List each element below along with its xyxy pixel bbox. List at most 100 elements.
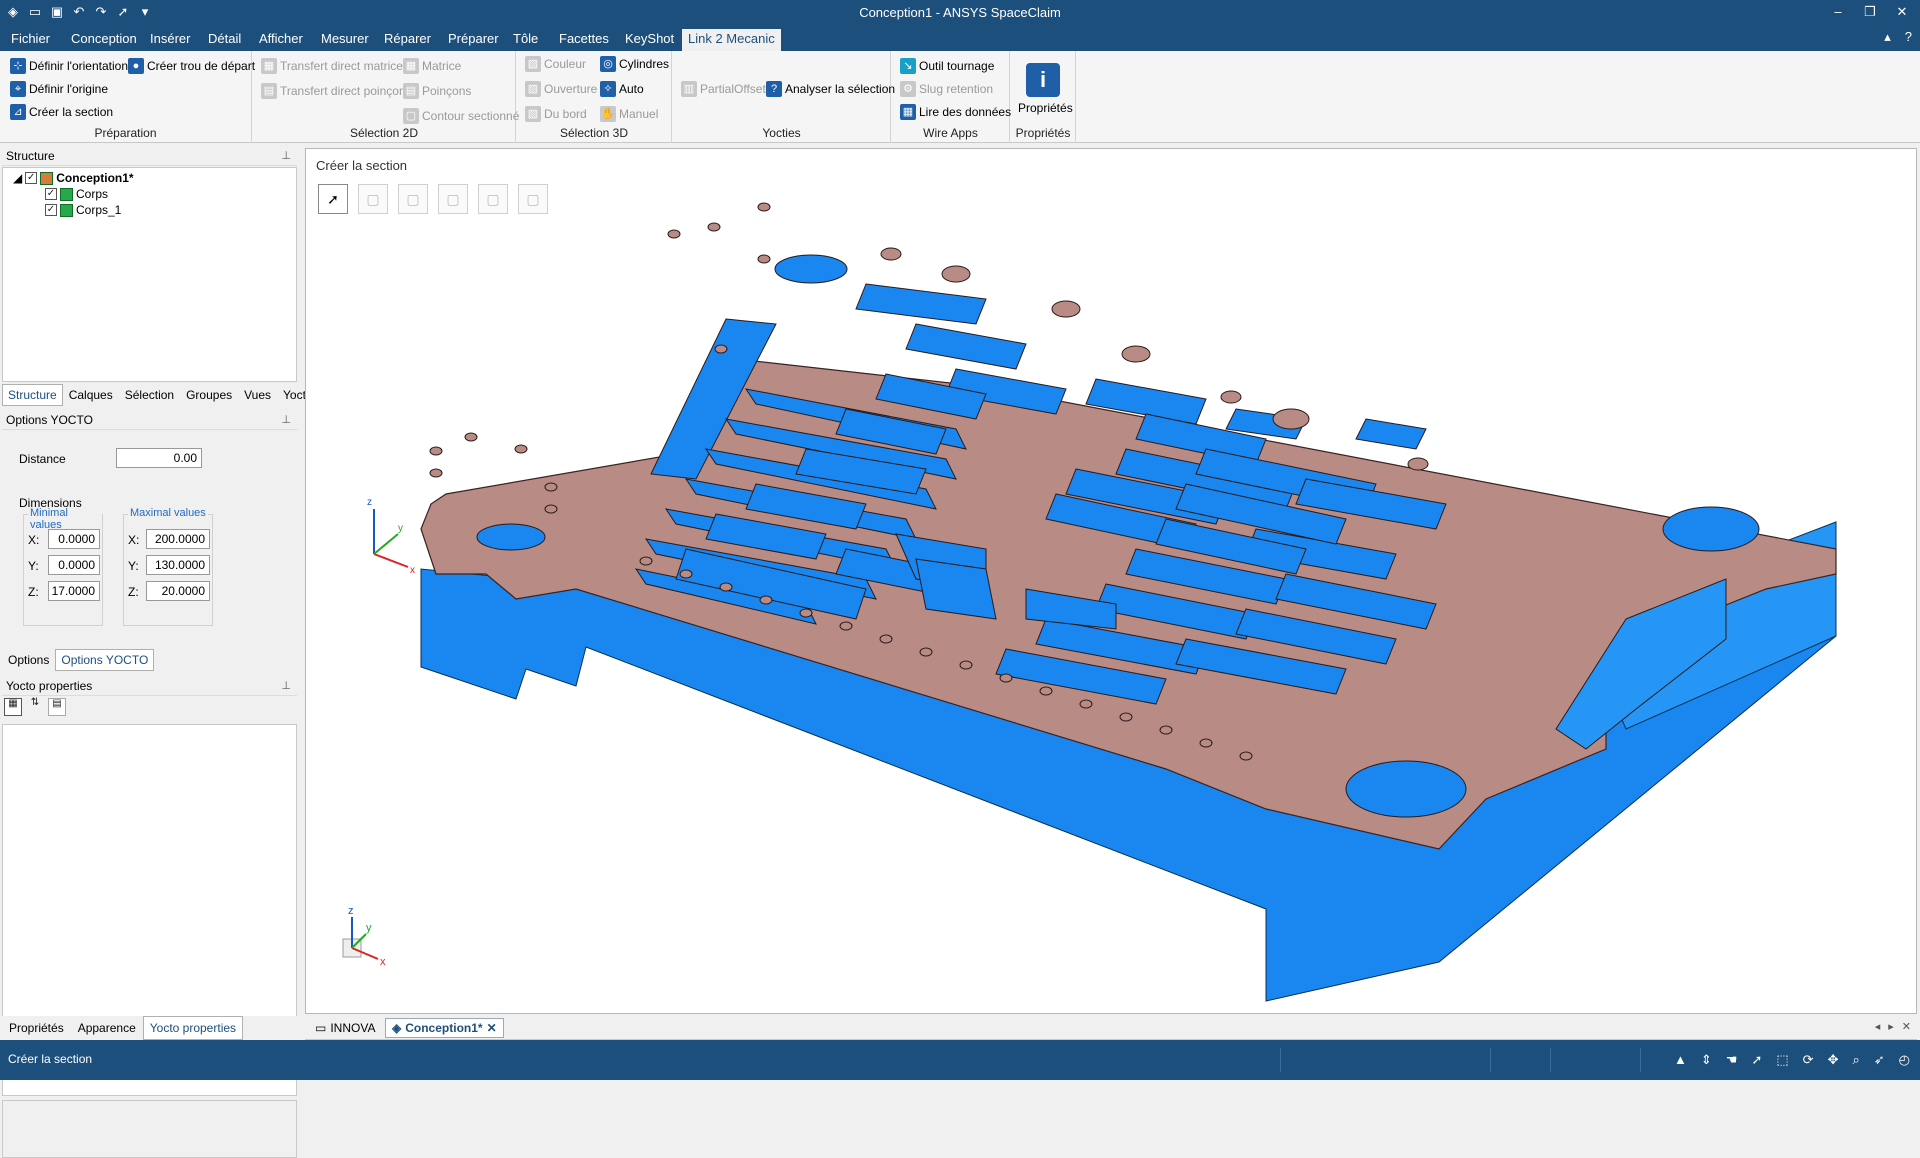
- punch-icon: ▤: [403, 83, 419, 99]
- tab-link2mecanic[interactable]: Link 2 Mecanic: [682, 29, 781, 51]
- define-orientation-button[interactable]: ⊹ Définir l'orientation: [10, 58, 128, 74]
- read-data-button[interactable]: ▦ Lire des données: [900, 104, 1011, 120]
- tab-groupes[interactable]: Groupes: [180, 384, 238, 406]
- checkbox[interactable]: ✓: [45, 204, 57, 216]
- manual-button[interactable]: ✋ Manuel: [600, 106, 658, 122]
- warning-icon[interactable]: ▲: [1674, 1052, 1687, 1068]
- zoom-icon[interactable]: ⌕: [1852, 1052, 1859, 1068]
- direct-transfer-punch-button[interactable]: ▤ Transfert direct poinçon: [261, 83, 406, 99]
- min-z-input[interactable]: 17.0000: [48, 581, 100, 601]
- min-x-input[interactable]: 0.0000: [48, 529, 100, 549]
- tree-item-corps[interactable]: ✓ Corps: [45, 187, 108, 201]
- status-bar: Créer la section ▲ ⇕ ☚ ➚ ⬚ ⟳ ✥ ⌕ ➶ ◴: [0, 1040, 1920, 1080]
- scroll-right-icon[interactable]: ▸: [1888, 1020, 1894, 1033]
- help-icon[interactable]: ?: [1905, 29, 1912, 45]
- tab-mesurer[interactable]: Mesurer: [315, 29, 375, 51]
- create-start-hole-button[interactable]: ● Créer trou de départ: [128, 58, 255, 74]
- selection-filter-icon[interactable]: ⇕: [1701, 1052, 1712, 1068]
- pointer-icon[interactable]: ➚: [1751, 1052, 1762, 1068]
- tab-options[interactable]: Options: [2, 649, 55, 671]
- orientation-icon: ⊹: [10, 58, 26, 74]
- create-section-button[interactable]: ⊿ Créer la section: [10, 104, 113, 120]
- tab-keyshot[interactable]: KeyShot: [619, 29, 680, 51]
- close-tab-icon[interactable]: ✕: [487, 1019, 497, 1037]
- close-icon[interactable]: ✕: [1890, 2, 1914, 22]
- tab-structure[interactable]: Structure: [2, 384, 63, 406]
- edge-icon: ▧: [525, 106, 541, 122]
- categorized-icon[interactable]: ▦: [4, 698, 22, 716]
- pin-icon[interactable]: ⊥: [281, 410, 291, 430]
- property-description: [2, 1100, 297, 1158]
- tab-vues[interactable]: Vues: [238, 384, 277, 406]
- spin-icon[interactable]: ⟳: [1803, 1052, 1814, 1068]
- tab-selection[interactable]: Sélection: [119, 384, 180, 406]
- checkbox[interactable]: ✓: [45, 188, 57, 200]
- tree-item-corps-1[interactable]: ✓ Corps_1: [45, 203, 121, 217]
- tab-reparer[interactable]: Réparer: [378, 29, 437, 51]
- max-x-input[interactable]: 200.0000: [146, 529, 210, 549]
- tab-options-yocto[interactable]: Options YOCTO: [55, 649, 155, 671]
- define-origin-button[interactable]: ⌖ Définir l'origine: [10, 81, 108, 97]
- tab-inserer[interactable]: Insérer: [144, 29, 196, 51]
- cylinders-button[interactable]: ◎ Cylindres: [600, 56, 669, 72]
- hand-select-icon[interactable]: ☚: [1726, 1052, 1738, 1068]
- direct-transfer-die-button[interactable]: ▦ Transfert direct matrice: [261, 58, 403, 74]
- view-icon[interactable]: ◴: [1899, 1052, 1910, 1068]
- properties-toolbar: ▦ ⇅ ▤: [4, 698, 66, 716]
- auto-button[interactable]: ✧ Auto: [600, 81, 644, 97]
- max-z-input[interactable]: 20.0000: [146, 581, 210, 601]
- fly-icon[interactable]: ➶: [1874, 1052, 1885, 1068]
- color-button[interactable]: ▧ Couleur: [525, 56, 586, 72]
- scroll-left-icon[interactable]: ◂: [1875, 1020, 1881, 1033]
- tab-detail[interactable]: Détail: [202, 29, 247, 51]
- tab-calques[interactable]: Calques: [63, 384, 119, 406]
- pin-icon[interactable]: ⊥: [281, 676, 291, 696]
- world-axis-triad[interactable]: z x y: [342, 905, 386, 968]
- min-y-input[interactable]: 0.0000: [48, 555, 100, 575]
- sort-alpha-icon[interactable]: ⇅: [26, 698, 44, 716]
- doc-tab-innova[interactable]: ▭ INNOVA: [309, 1018, 381, 1038]
- box-select-icon[interactable]: ⬚: [1776, 1052, 1788, 1068]
- group-selection-2d: ▦ Transfert direct matrice ▦ Matrice ▤ Tran…: [253, 51, 519, 143]
- opening-button[interactable]: ▧ Ouverture: [525, 81, 597, 97]
- document-icon: ▭: [315, 1021, 327, 1035]
- punches-button[interactable]: ▤ Poinçons: [403, 83, 471, 99]
- tab-fichier[interactable]: Fichier: [5, 29, 56, 51]
- distance-input[interactable]: 0.00: [116, 448, 202, 468]
- pin-icon[interactable]: ⊥: [281, 146, 291, 166]
- minimize-icon[interactable]: –: [1826, 2, 1850, 22]
- tree-root[interactable]: ◢ ✓ Conception1*: [13, 171, 134, 185]
- tab-preparer[interactable]: Préparer: [442, 29, 505, 51]
- property-pages-icon[interactable]: ▤: [48, 698, 66, 716]
- group-label: Préparation: [94, 126, 157, 140]
- properties-button[interactable]: Propriétés: [1018, 101, 1073, 115]
- tab-facettes[interactable]: Facettes: [553, 29, 615, 51]
- status-toolbar: ▲ ⇕ ☚ ➚ ⬚ ⟳ ✥ ⌕ ➶ ◴: [1674, 1052, 1910, 1068]
- sectioned-contour-button[interactable]: ▢ Contour sectionné: [403, 108, 519, 124]
- turning-tool-button[interactable]: ↘ Outil tournage: [900, 58, 994, 74]
- tab-afficher[interactable]: Afficher: [253, 29, 309, 51]
- die-button[interactable]: ▦ Matrice: [403, 58, 461, 74]
- tab-yocto-properties[interactable]: Yocto properties: [142, 1016, 244, 1040]
- tab-tole[interactable]: Tôle: [507, 29, 544, 51]
- close-doc-icon[interactable]: ✕: [1902, 1020, 1911, 1033]
- restore-icon[interactable]: ❐: [1858, 2, 1882, 22]
- max-y-input[interactable]: 130.0000: [146, 555, 210, 575]
- info-icon[interactable]: i: [1026, 63, 1060, 97]
- tab-conception[interactable]: Conception: [65, 29, 143, 51]
- analyze-selection-button[interactable]: ? Analyser la sélection: [766, 81, 895, 97]
- from-edge-button[interactable]: ▧ Du bord: [525, 106, 587, 122]
- pan-icon[interactable]: ✥: [1828, 1052, 1839, 1068]
- 3d-viewport[interactable]: Créer la section ➚ ▢ ▢ ▢ ▢ ▢ z x y z x y: [305, 148, 1917, 1014]
- tab-apparence[interactable]: Apparence: [71, 1016, 143, 1040]
- collapse-arrow-icon[interactable]: ◢: [13, 171, 22, 185]
- doc-tab-conception1[interactable]: ◈ Conception1* ✕: [385, 1018, 504, 1038]
- slug-retention-button[interactable]: ⚙ Slug retention: [900, 81, 993, 97]
- partial-offset-button[interactable]: ▥ PartialOffset: [681, 81, 766, 97]
- collapse-ribbon-icon[interactable]: ▴: [1884, 29, 1891, 45]
- die-icon: ▦: [403, 58, 419, 74]
- model-view[interactable]: z x y z x y: [306, 149, 1917, 1014]
- checkbox[interactable]: ✓: [25, 172, 38, 184]
- tab-proprietes[interactable]: Propriétés: [2, 1016, 71, 1040]
- hand-icon: ✋: [600, 106, 616, 122]
